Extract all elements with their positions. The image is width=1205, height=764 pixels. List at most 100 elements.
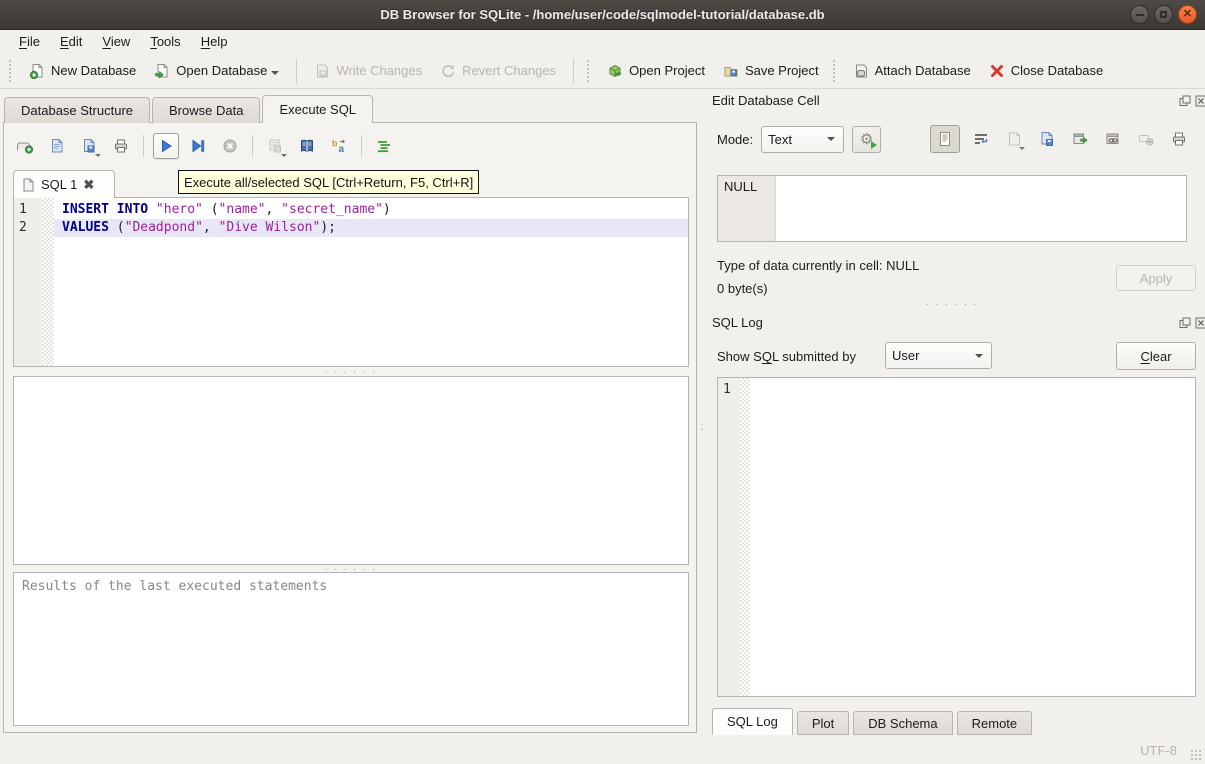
save-project-button[interactable]: Save Project (714, 58, 828, 84)
toolbar-handle[interactable] (833, 60, 839, 82)
menu-tools[interactable]: Tools (141, 32, 189, 51)
close-database-button[interactable]: Close Database (980, 58, 1113, 84)
app-window: { "window": { "title": "DB Browser for S… (0, 0, 1205, 764)
text-mode-button[interactable] (930, 125, 960, 153)
set-null-button (1134, 126, 1158, 152)
open-cell-data-button (1002, 126, 1026, 152)
dock-float-button[interactable] (1178, 316, 1191, 329)
find-icon (299, 138, 315, 154)
sql-token: ( (203, 202, 219, 217)
sql-token: "name" (219, 202, 266, 217)
format-sql-button[interactable] (371, 133, 397, 159)
mode-combobox[interactable]: Text (761, 126, 844, 153)
new-database-label: New Database (51, 63, 136, 78)
attach-database-button[interactable]: Attach Database (844, 58, 980, 84)
new-tab-icon (16, 138, 34, 154)
save-sql-dropdown-arrow[interactable] (95, 154, 101, 157)
open-database-dropdown-arrow[interactable] (271, 71, 279, 75)
panel-splitter[interactable]: ·· (699, 122, 705, 733)
write-changes-button: Write Changes (305, 58, 431, 84)
sql-tab-close-icon[interactable]: ✖ (83, 177, 94, 193)
save-results-button (262, 133, 288, 159)
splitter-handle[interactable]: · · · · · · (13, 369, 689, 375)
execute-current-line-button[interactable] (185, 133, 211, 159)
open-database-button[interactable]: Open Database (145, 58, 288, 84)
dock-close-button[interactable] (1194, 316, 1205, 329)
window-title: DB Browser for SQLite - /home/user/code/… (380, 7, 824, 22)
revert-changes-button: Revert Changes (431, 58, 565, 84)
open-cell-dropdown-arrow (1019, 147, 1025, 150)
open-sql-file-button[interactable] (44, 133, 70, 159)
menu-view[interactable]: View (93, 32, 139, 51)
format-sql-icon (376, 138, 392, 154)
sql-token: INSERT INTO (62, 202, 148, 217)
new-database-button[interactable]: New Database (20, 58, 145, 84)
save-sql-file-button[interactable] (76, 133, 102, 159)
title-bar[interactable]: DB Browser for SQLite - /home/user/code/… (0, 0, 1205, 30)
tab-database-structure[interactable]: Database Structure (4, 97, 150, 123)
sql-1-tab[interactable]: SQL 1 ✖ (13, 170, 115, 198)
open-project-button[interactable]: Open Project (598, 58, 714, 84)
maximize-button[interactable] (1154, 5, 1173, 24)
chevron-down-icon (827, 137, 835, 141)
execute-all-icon (158, 138, 174, 154)
tab-browse-data[interactable]: Browse Data (152, 97, 260, 123)
cell-editor-toolbar (930, 125, 1191, 153)
execute-sql-tooltip: Execute all/selected SQL [Ctrl+Return, F… (178, 170, 479, 194)
dock-close-button[interactable] (1194, 94, 1205, 107)
replace-button[interactable]: ba (326, 133, 352, 159)
menu-file[interactable]: File (10, 32, 49, 51)
code-area[interactable]: INSERT INTO "hero" ("name", "secret_name… (54, 198, 688, 366)
main-tab-bar: Database Structure Browse Data Execute S… (4, 95, 375, 123)
copy-link-button[interactable] (1101, 126, 1125, 152)
dock-tab-plot[interactable]: Plot (797, 711, 849, 735)
print-sql-button[interactable] (108, 133, 134, 159)
close-button[interactable]: ✕ (1178, 5, 1197, 24)
export-cell-data-button[interactable] (1068, 126, 1092, 152)
sql-token: ); (320, 220, 336, 235)
sql-log-view[interactable]: 1 (717, 377, 1196, 697)
toolbar-handle[interactable] (9, 60, 15, 82)
open-sql-tab-button[interactable] (12, 133, 38, 159)
resize-grip[interactable] (1190, 749, 1203, 762)
execute-all-button[interactable] (153, 133, 179, 159)
results-grid-pane[interactable] (13, 376, 689, 565)
sql-log-filter-combobox[interactable]: User (885, 342, 992, 369)
splitter-handle[interactable]: · · · · · · (717, 301, 1187, 307)
print-cell-button[interactable] (1167, 126, 1191, 152)
revert-changes-label: Revert Changes (462, 63, 556, 78)
auto-apply-button[interactable]: ⚙ (852, 126, 881, 153)
execution-messages-pane[interactable]: Results of the last executed statements (13, 572, 689, 726)
menu-help[interactable]: Help (192, 32, 237, 51)
tab-execute-sql[interactable]: Execute SQL (262, 95, 373, 123)
minimize-icon (1136, 14, 1144, 16)
toolbar-handle[interactable] (587, 60, 593, 82)
dock-float-button[interactable] (1178, 94, 1191, 107)
cell-type-info: Type of data currently in cell: NULL (717, 258, 919, 273)
sql-token: "Deadpond" (125, 220, 203, 235)
open-sql-file-icon (49, 138, 65, 154)
clear-log-button[interactable]: Clear (1116, 342, 1196, 370)
export-data-icon (1072, 131, 1088, 147)
import-cell-data-button[interactable] (1035, 126, 1059, 152)
word-wrap-button[interactable] (969, 126, 993, 152)
menu-edit[interactable]: Edit (51, 32, 91, 51)
revert-changes-icon (440, 63, 456, 79)
dock-tab-sql-log[interactable]: SQL Log (712, 708, 793, 735)
minimize-button[interactable] (1130, 5, 1149, 24)
cell-edit-area[interactable] (776, 176, 1186, 241)
dock-tab-remote[interactable]: Remote (957, 711, 1033, 735)
apply-button: Apply (1116, 265, 1196, 291)
cell-size-info: 0 byte(s) (717, 281, 768, 296)
dock-tab-db-schema[interactable]: DB Schema (853, 711, 952, 735)
execute-sql-panel: ba SQL 1 ✖ 1 2 INSERT INTO "hero" ("name… (3, 122, 697, 733)
sql-code-editor[interactable]: 1 2 INSERT INTO "hero" ("name", "secret_… (13, 197, 689, 367)
svg-text:a: a (339, 144, 345, 154)
text-document-icon (937, 131, 953, 147)
find-button[interactable] (294, 133, 320, 159)
open-project-icon (607, 63, 623, 79)
replace-icon: ba (331, 138, 347, 154)
cell-value-editor[interactable]: NULL (717, 175, 1187, 242)
toolbar-separator (296, 59, 297, 83)
save-sql-file-icon (81, 138, 97, 154)
